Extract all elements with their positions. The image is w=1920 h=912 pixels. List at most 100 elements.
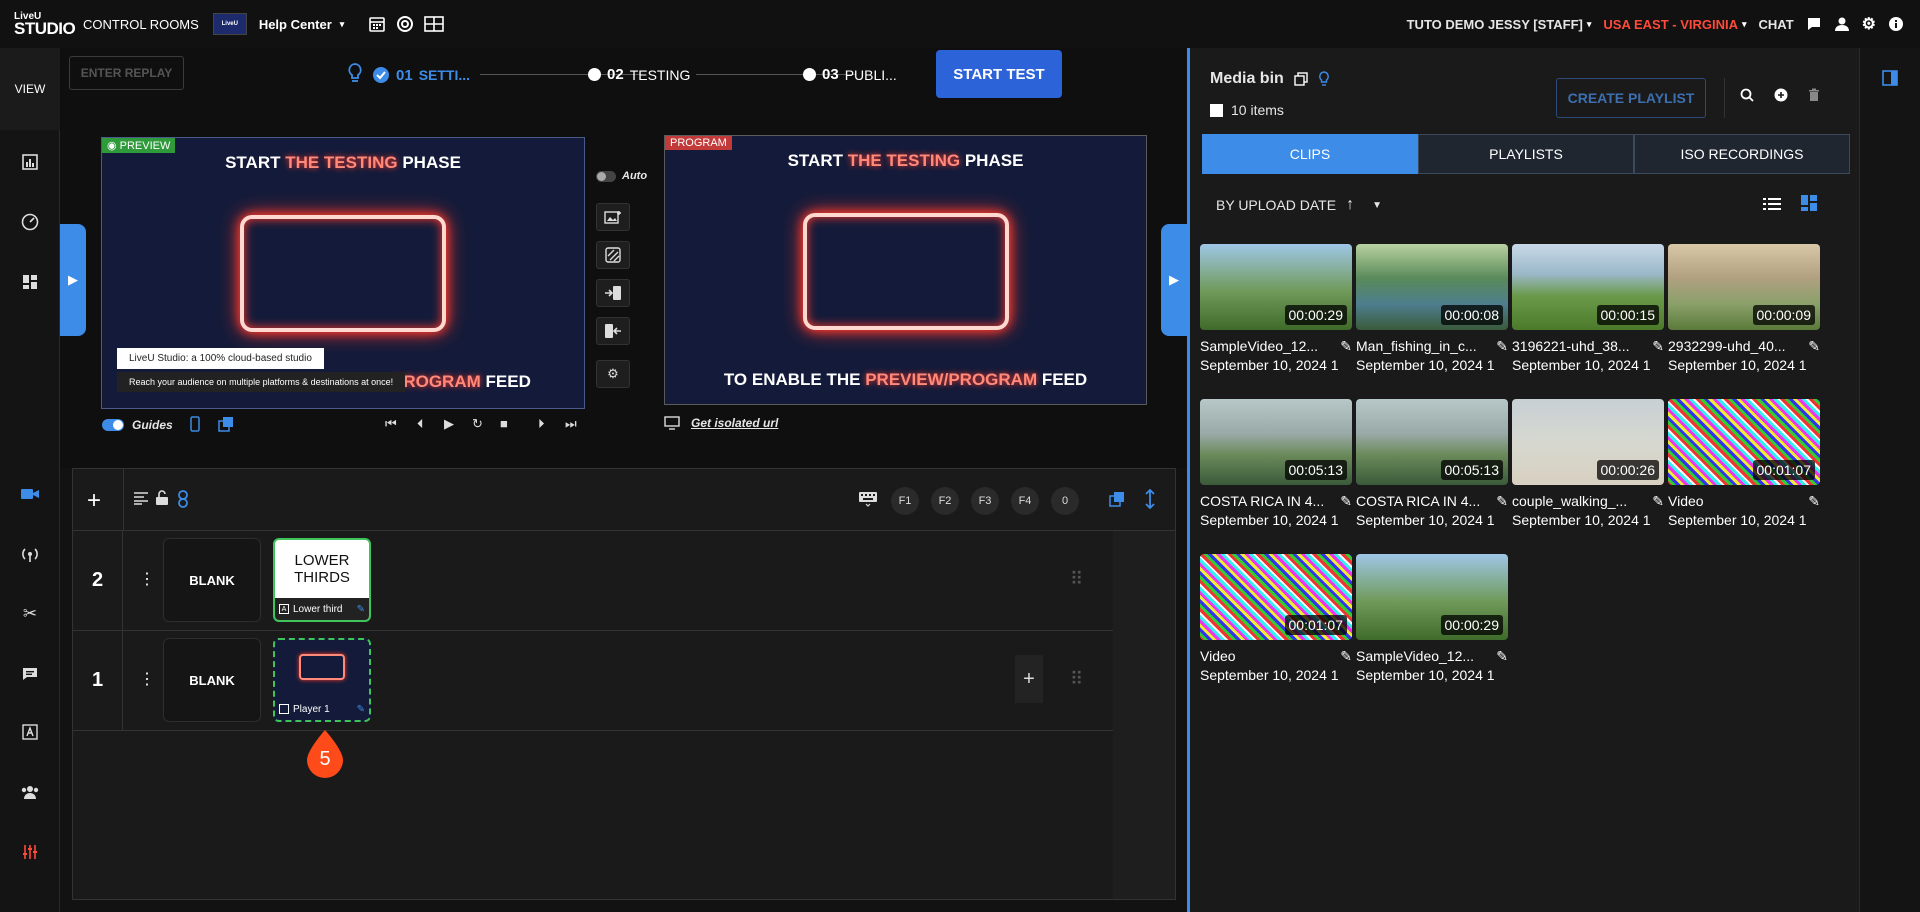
keyboard-icon[interactable] — [858, 491, 878, 507]
search-icon[interactable] — [1740, 88, 1754, 102]
clip-thumbnail[interactable]: 00:05:13 — [1356, 399, 1508, 485]
step-forward-icon[interactable]: ⏵ — [538, 416, 545, 432]
right-panel-toggle[interactable]: ▶ — [1161, 224, 1187, 336]
grid-view-icon[interactable] — [1800, 194, 1818, 212]
preview-screen[interactable]: ◉ PREVIEW START THE TESTING PHASE PROGRA… — [101, 137, 585, 409]
edit-pencil-icon[interactable]: ✎ — [1652, 338, 1664, 355]
edit-pencil-icon[interactable]: ✎ — [1340, 648, 1352, 665]
chat-button[interactable]: CHAT — [1759, 17, 1794, 32]
zero-key[interactable]: 0 — [1051, 487, 1079, 515]
clip-thumbnail[interactable]: 00:01:07 — [1200, 554, 1352, 640]
media-clip-card[interactable]: 00:00:29 SampleVideo_12... ✎ September 10, … — [1200, 244, 1352, 373]
info-icon[interactable] — [1888, 16, 1904, 32]
edit-pencil-icon[interactable]: ✎ — [1340, 493, 1352, 510]
edit-pencil-icon[interactable]: ✎ — [1808, 493, 1820, 510]
start-test-button[interactable]: START TEST — [936, 50, 1062, 98]
copy-icon[interactable] — [1294, 72, 1308, 86]
edit-pencil-icon[interactable]: ✎ — [1496, 338, 1508, 355]
select-all-checkbox[interactable] — [1210, 103, 1223, 117]
media-clip-card[interactable]: 00:00:09 2932299-uhd_40... ✎ September 10, … — [1668, 244, 1820, 373]
lightbulb-icon[interactable] — [1318, 71, 1330, 87]
media-clip-card[interactable]: 00:00:29 SampleVideo_12... ✎ September 10, … — [1356, 554, 1508, 683]
panel-toggle-icon[interactable] — [1882, 70, 1898, 86]
add-source-button[interactable]: + — [1015, 655, 1043, 703]
auto-toggle[interactable]: Auto — [596, 170, 647, 182]
clip-thumbnail[interactable]: 00:05:13 — [1200, 399, 1352, 485]
users-icon[interactable] — [16, 778, 44, 806]
blank-slot[interactable]: BLANK — [163, 538, 261, 622]
media-clip-card[interactable]: 00:01:07 Video ✎ September 10, 2024 1 — [1668, 399, 1820, 528]
swap-left-icon[interactable] — [596, 317, 630, 345]
dashboard-icon[interactable] — [16, 268, 44, 296]
step-back-icon[interactable]: ⏴ — [417, 416, 424, 432]
toggle-switch[interactable] — [596, 170, 616, 182]
media-clip-card[interactable]: 00:00:15 3196221-uhd_38... ✎ September 10, … — [1512, 244, 1664, 373]
unlock-icon[interactable] — [155, 490, 169, 506]
lightbulb-icon[interactable] — [346, 62, 364, 84]
lifebuoy-icon[interactable] — [396, 15, 414, 33]
speedometer-icon[interactable] — [16, 208, 44, 236]
region-selector[interactable]: USA EAST - VIRGINIA — [1603, 17, 1738, 32]
drag-handle-icon[interactable]: ⠿ — [1070, 669, 1083, 690]
align-left-icon[interactable] — [133, 491, 149, 505]
create-playlist-button[interactable]: CREATE PLAYLIST — [1556, 78, 1706, 118]
guides-toggle[interactable]: Guides — [102, 418, 173, 432]
clip-thumbnail[interactable]: 00:00:29 — [1356, 554, 1508, 640]
chat-bubble-icon[interactable] — [1806, 16, 1822, 32]
replay-icon[interactable]: ↻ — [472, 416, 483, 432]
lower-thirds-card[interactable]: LOWER THIRDS A Lower third ✎ — [273, 538, 371, 622]
bar-chart-icon[interactable] — [16, 148, 44, 176]
more-vertical-icon[interactable]: ⋮ — [139, 669, 155, 689]
calendar-icon[interactable] — [368, 15, 386, 33]
collapse-layers-icon[interactable] — [1109, 491, 1125, 507]
clip-thumbnail[interactable]: 00:00:09 — [1668, 244, 1820, 330]
edit-pencil-icon[interactable]: ✎ — [1340, 338, 1352, 355]
media-clip-card[interactable]: 00:00:08 Man_fishing_in_c... ✎ September 10… — [1356, 244, 1508, 373]
arrow-up-icon[interactable]: ↑ — [1346, 196, 1354, 214]
f4-key[interactable]: F4 — [1011, 487, 1039, 515]
media-clip-card[interactable]: 00:00:26 couple_walking_... ✎ September 10,… — [1512, 399, 1664, 528]
edit-pencil-icon[interactable]: ✎ — [1496, 493, 1508, 510]
media-clip-card[interactable]: 00:01:07 Video ✎ September 10, 2024 1 — [1200, 554, 1352, 683]
swap-right-icon[interactable] — [596, 279, 630, 307]
text-overlay-icon[interactable] — [16, 718, 44, 746]
trash-icon[interactable] — [1808, 88, 1820, 102]
control-rooms-link[interactable]: CONTROL ROOMS — [83, 17, 199, 32]
sort-dropdown[interactable]: BY UPLOAD DATE ↑ ▼ — [1216, 196, 1382, 214]
edit-pencil-icon[interactable]: ✎ — [357, 604, 365, 615]
f2-key[interactable]: F2 — [931, 487, 959, 515]
transition-icon[interactable] — [596, 241, 630, 269]
clip-thumbnail[interactable]: 00:00:08 — [1356, 244, 1508, 330]
link-icon[interactable] — [177, 490, 189, 508]
audio-mixer-icon[interactable] — [16, 838, 44, 866]
clip-thumbnail[interactable]: 00:00:29 — [1200, 244, 1352, 330]
add-circle-icon[interactable] — [1774, 88, 1788, 102]
layers-icon[interactable] — [218, 416, 234, 432]
step-testing[interactable]: 02 TESTING — [588, 66, 690, 83]
control-room-thumbnail[interactable]: LiveU — [212, 13, 247, 35]
toggle-switch[interactable] — [102, 419, 124, 431]
enter-replay-button[interactable]: ENTER REPLAY — [69, 56, 184, 90]
broadcast-icon[interactable] — [16, 540, 44, 568]
clip-thumbnail[interactable]: 00:01:07 — [1668, 399, 1820, 485]
isolated-url-link[interactable]: Get isolated url — [691, 416, 778, 430]
settings-gear-icon[interactable]: ⚙ — [596, 360, 630, 388]
gear-icon[interactable]: ⚙ — [1862, 14, 1876, 34]
step-publish[interactable]: 03 PUBLI... — [803, 66, 897, 83]
add-icon[interactable]: + — [87, 487, 101, 515]
step-settings[interactable]: 01 SETTI... — [372, 66, 470, 84]
skip-forward-icon[interactable]: ⏭ — [565, 416, 577, 432]
layout-icon[interactable] — [424, 15, 445, 33]
stop-icon[interactable]: ■ — [500, 416, 508, 431]
edit-pencil-icon[interactable]: ✎ — [1808, 338, 1820, 355]
media-clip-card[interactable]: 00:05:13 COSTA RICA IN 4... ✎ September 10,… — [1200, 399, 1352, 528]
add-image-icon[interactable] — [596, 203, 630, 231]
f1-key[interactable]: F1 — [891, 487, 919, 515]
play-icon[interactable]: ▶ — [444, 416, 454, 432]
user-icon[interactable] — [1834, 16, 1850, 32]
list-view-icon[interactable] — [1762, 196, 1782, 212]
vertical-resize-icon[interactable] — [1145, 489, 1155, 509]
left-panel-toggle[interactable]: ▶ — [60, 224, 86, 336]
skip-back-icon[interactable]: ⏮ — [385, 416, 397, 432]
f3-key[interactable]: F3 — [971, 487, 999, 515]
